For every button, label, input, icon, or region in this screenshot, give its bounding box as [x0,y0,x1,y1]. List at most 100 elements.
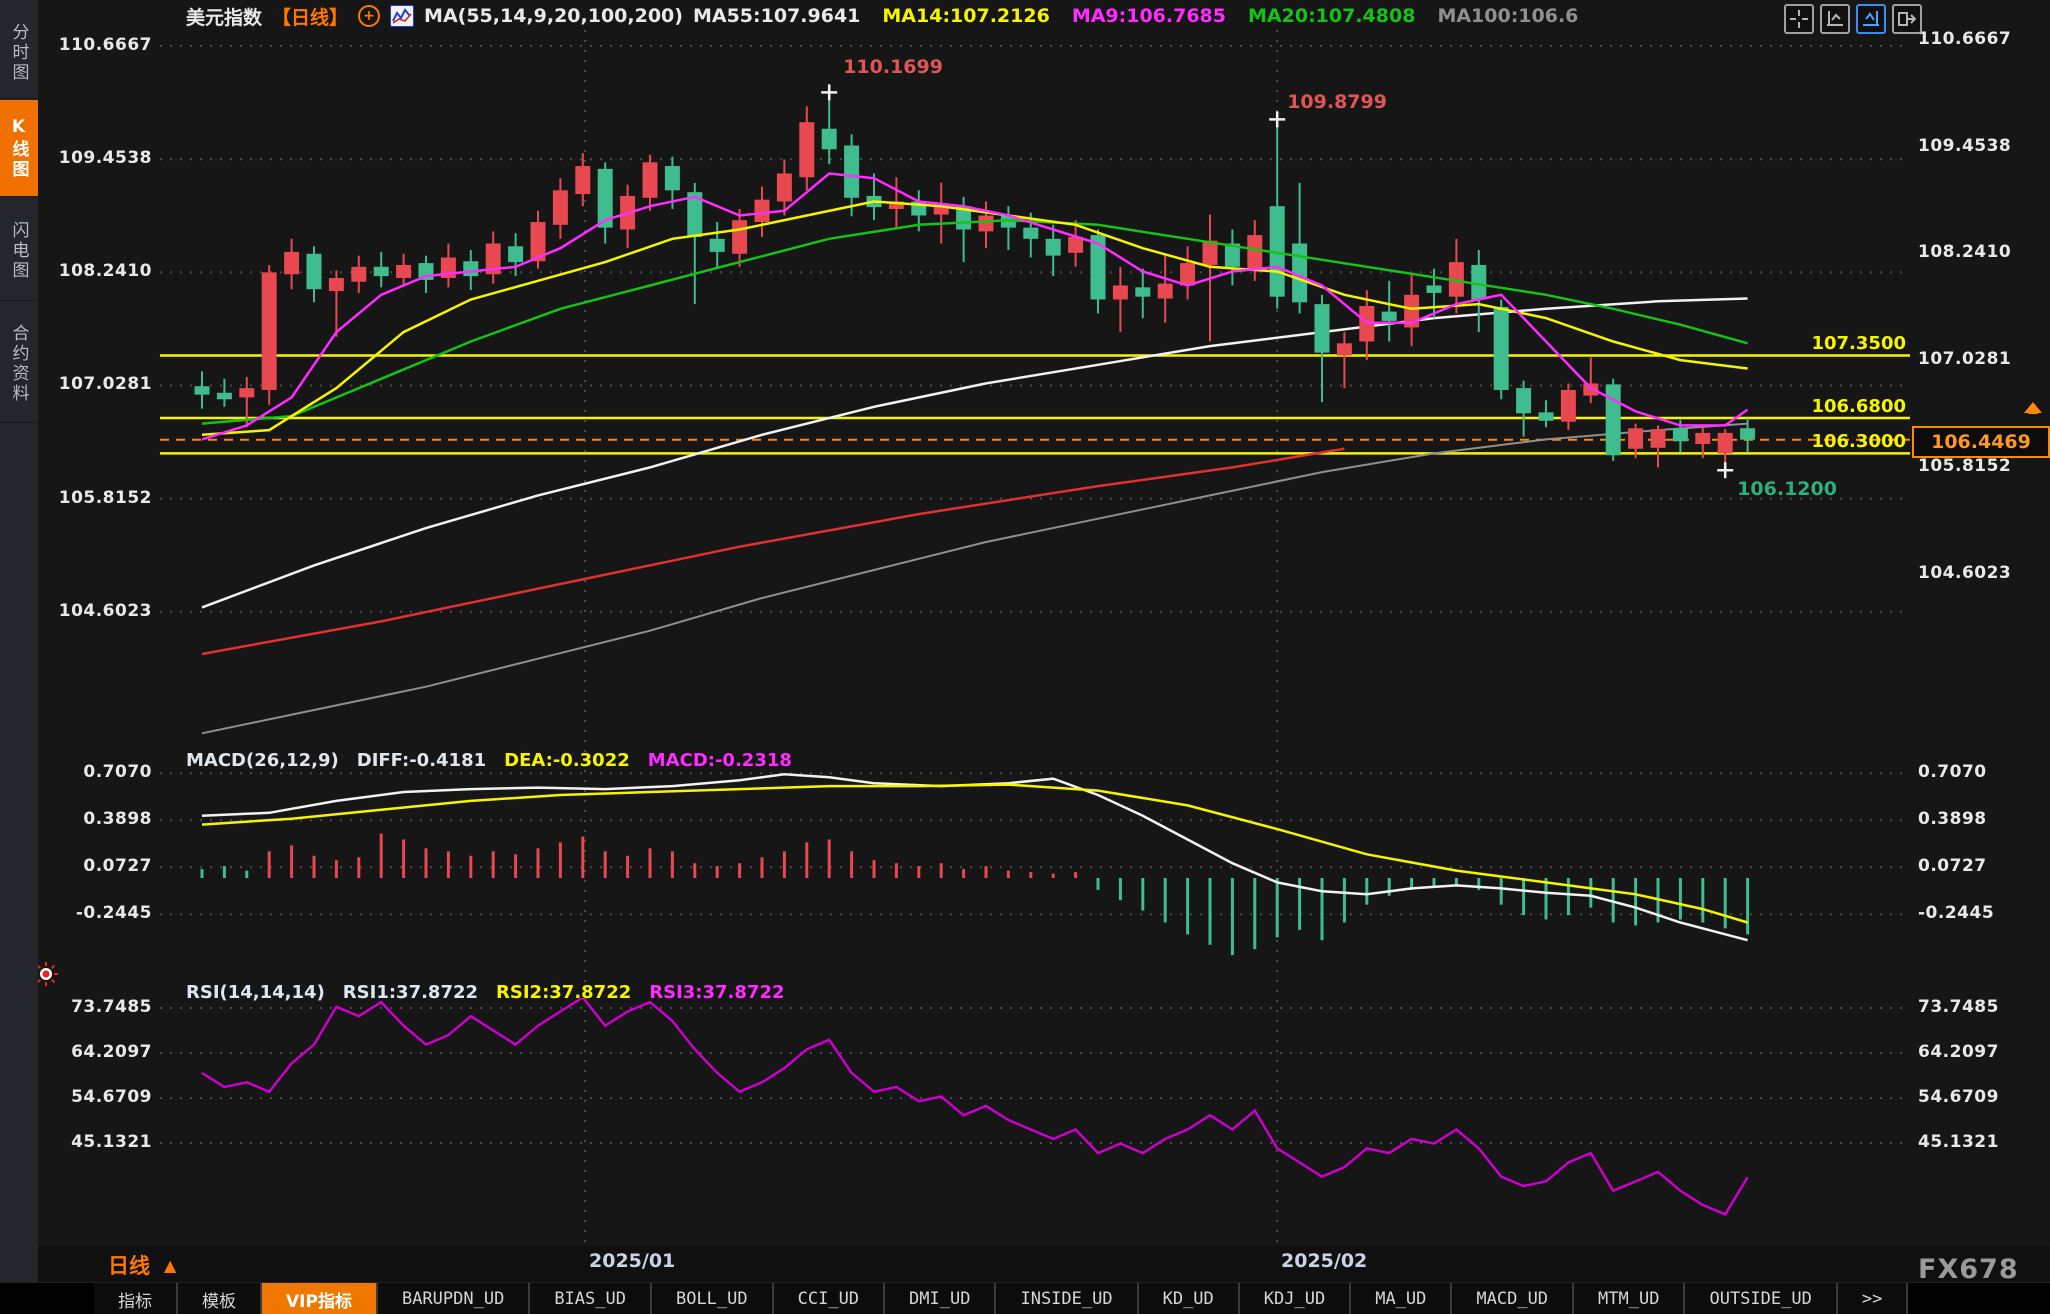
indicator-tab[interactable]: KDJ_UD [1239,1283,1352,1314]
candle-body[interactable] [1157,283,1173,299]
candle-body[interactable] [575,166,591,195]
indicator-tab[interactable]: BOLL_UD [651,1283,774,1314]
candle-body[interactable] [1381,311,1397,321]
ma-value-label: MA9:106.7685 [1071,5,1227,27]
period-tag[interactable]: 【日线】 [272,3,348,30]
macd-axis-label-right: 0.7070 [1918,762,1987,782]
indicator-tab[interactable]: MA_UD [1351,1283,1453,1314]
indicator-tab[interactable]: DMI_UD [885,1283,997,1314]
candle-body[interactable] [239,388,255,398]
indicator-tab[interactable]: CCI_UD [773,1283,886,1314]
indicator-tab[interactable]: VIP指标 [262,1283,378,1314]
rsi-axis-label-right: 54.6709 [1918,1087,1999,1107]
rsi-axis-label-right: 45.1321 [1918,1132,1999,1152]
price-axis-label-left: 108.2410 [58,261,152,281]
indicator-tab[interactable]: BARUPDN_UD [377,1283,531,1314]
candle-body[interactable] [664,166,680,191]
chart-header: 美元指数 【日线】 MA(55,14,9,20,100,200) MA55:10… [186,3,1578,30]
indicator-tab[interactable]: MACD_UD [1452,1283,1575,1314]
candle-body[interactable] [1045,238,1061,256]
macd-axis-label-right: 0.3898 [1918,809,1987,829]
candle-body[interactable] [373,266,389,277]
candle-body[interactable] [552,190,568,225]
indicator-tab[interactable]: >> [1837,1283,1909,1314]
candle-body[interactable] [508,246,524,263]
indicator-tab[interactable]: 模板 [178,1283,262,1314]
candle-body[interactable] [194,386,210,395]
candle-body[interactable] [328,278,344,292]
chart-type-icon[interactable] [390,5,415,27]
candle-body[interactable] [978,215,994,232]
candle-body[interactable] [261,272,277,390]
chart-toolbar [1784,4,1922,34]
candle-body[interactable] [1112,285,1128,300]
macd-axis-label-left: 0.7070 [83,762,152,782]
candle-body[interactable] [1180,263,1196,286]
indicator-tab[interactable]: 指标 [94,1283,178,1314]
price-axis-label-right: 109.4538 [1918,136,2012,156]
candle-body[interactable] [284,251,300,275]
ma-values: MA55:107.9641 MA14:107.2126 MA9:106.7685 MA… [693,5,1578,27]
indicator-tab[interactable]: INSIDE_UD [996,1283,1139,1314]
candle-body[interactable] [642,162,658,198]
candle-body[interactable] [1516,388,1532,414]
last-price-box: 106.4469 [1912,426,2050,458]
ma-value-label: MA14:107.2126 [882,5,1050,27]
price-axis-label-right: 108.2410 [1918,242,2012,262]
price-axis-label-left: 110.6667 [58,35,152,55]
ma-value-label: MA100:106.6 [1437,5,1579,27]
candle-body[interactable] [216,392,232,400]
price-axis-label-right: 104.6023 [1918,563,2012,583]
candle-body[interactable] [1471,264,1487,300]
period-row: 日线 [38,1246,2050,1282]
candle-body[interactable] [754,199,770,223]
candle-body[interactable] [1023,227,1039,239]
candle-body[interactable] [732,220,748,254]
high-annotation: 110.1699 [843,56,943,78]
low-annotation: 106.1200 [1737,478,1837,500]
candle-body[interactable] [776,173,792,202]
sidebar-tab-1[interactable]: 分时图 [0,8,38,99]
hline-price-label: 106.3000 [1811,431,1906,452]
chart-canvas[interactable] [0,0,2050,1314]
candle-body[interactable] [821,128,837,150]
popout-icon[interactable] [1892,4,1922,34]
candle-body[interactable] [1314,304,1330,353]
ma-value-label: MA20:107.4808 [1248,5,1416,27]
candle-body[interactable] [844,145,860,198]
rsi-axis-label-left: 73.7485 [71,997,152,1017]
indicator-tab[interactable]: BIAS_UD [530,1283,652,1314]
candle-body[interactable] [1493,306,1509,390]
crosshair-icon[interactable] [1784,4,1814,34]
indicator-tab[interactable]: KD_UD [1138,1283,1240,1314]
candle-body[interactable] [396,264,412,279]
candle-body[interactable] [709,238,725,252]
sidebar-tab-4[interactable]: 合约资料 [0,306,38,423]
macd-axis-label-right: 0.0727 [1918,856,1987,876]
candle-body[interactable] [463,261,479,277]
macd-header-item: DEA:-0.3022 [504,750,630,771]
add-compare-icon[interactable] [358,5,381,27]
indicator-tab[interactable]: MTM_UD [1574,1283,1686,1314]
candle-body[interactable] [351,266,367,282]
rsi-header-item: RSI2:37.8722 [496,982,632,1003]
hline-price-label: 107.3500 [1811,333,1906,354]
axis-right-icon[interactable] [1856,4,1886,34]
axis-left-icon[interactable] [1820,4,1850,34]
price-axis-label-right: 107.0281 [1918,349,2012,369]
candle-body[interactable] [799,122,815,178]
period-selector[interactable]: 日线 [108,1250,176,1280]
candle-body[interactable] [1426,285,1442,293]
macd-header: MACD(26,12,9) DIFF:-0.4181 DEA:-0.3022 MACD… [186,750,792,771]
ma-settings-label[interactable]: MA(55,14,9,20,100,200) [424,5,683,27]
indicator-tab[interactable]: OUTSIDE_UD [1685,1283,1838,1314]
sidebar-tab-2[interactable]: K线图 [0,100,38,197]
candle-body[interactable] [1336,343,1352,356]
candle-body[interactable] [1538,412,1554,421]
candle-body[interactable] [1135,287,1151,297]
candle-body[interactable] [306,253,322,290]
price-axis-label-left: 107.0281 [58,374,152,394]
candle-body[interactable] [1247,235,1263,269]
rsi-axis-label-left: 64.2097 [71,1042,152,1062]
sidebar-tab-3[interactable]: 闪电图 [0,202,38,301]
